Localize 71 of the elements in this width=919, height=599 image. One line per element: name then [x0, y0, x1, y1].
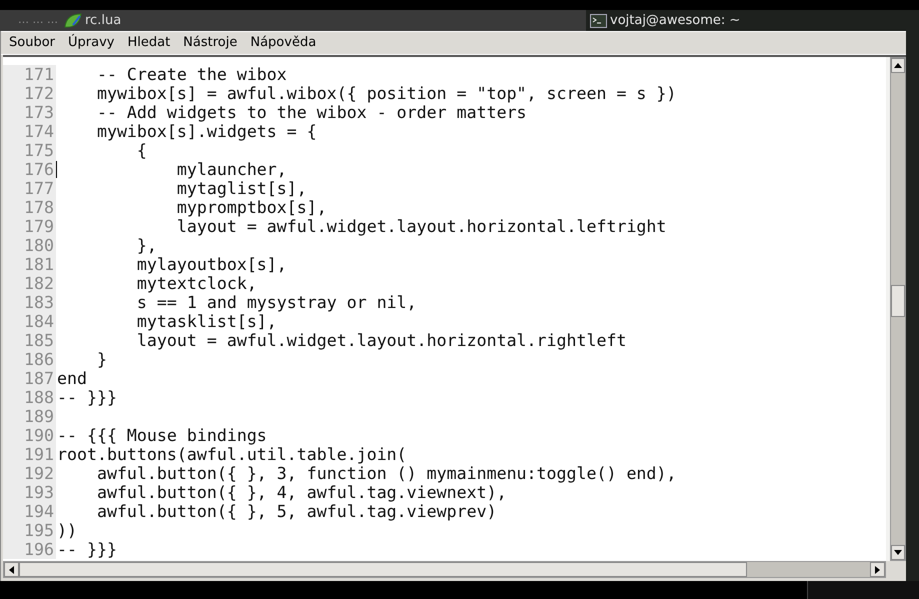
line-number: 175 [3, 141, 56, 160]
line-number: 185 [3, 331, 56, 350]
down-arrow-icon [894, 550, 902, 555]
code-line: -- Add widgets to the wibox - order matters [96, 103, 527, 122]
code-line: mytaglist[s], [176, 179, 307, 198]
line-number: 182 [3, 274, 56, 293]
code-line: s == 1 and mysystray or nil, [136, 293, 417, 312]
line-number: 177 [3, 179, 56, 198]
up-arrow-icon [894, 63, 902, 68]
scroll-thumb[interactable] [19, 562, 747, 577]
code-line: awful.button({ }, 3, function () mymainmenu:toggle() end), [96, 464, 676, 483]
vertical-scrollbar[interactable] [890, 57, 906, 561]
code-line: layout = awful.widget.layout.horizontal.leftright [176, 217, 666, 236]
code-line: mytasklist[s], [136, 312, 277, 331]
terminal-icon [590, 14, 607, 28]
line-number: 171 [3, 65, 56, 84]
menu-item[interactable]: Úpravy [68, 33, 114, 53]
code-line: -- }}} [57, 388, 117, 407]
code-line: mywibox[s] = awful.wibox({ position = "top", screen = s }) [96, 84, 676, 103]
code-line: awful.button({ }, 5, awful.tag.viewprev) [96, 502, 497, 521]
scroll-down-button[interactable] [891, 545, 905, 560]
line-number: 172 [3, 84, 56, 103]
code-line: )) [57, 521, 77, 540]
code-line: mywibox[s].widgets = { [96, 122, 317, 141]
line-number: 191 [3, 445, 56, 464]
line-number: 196 [3, 540, 56, 559]
code-line: } [96, 350, 107, 369]
line-number: 179 [3, 217, 56, 236]
scroll-right-button[interactable] [870, 562, 885, 577]
code-line: mypromptbox[s], [176, 198, 327, 217]
line-number: 178 [3, 198, 56, 217]
line-number: 187 [3, 369, 56, 388]
line-number: 193 [3, 483, 56, 502]
scroll-thumb[interactable] [891, 285, 905, 317]
code-line: mylauncher, [176, 160, 287, 179]
scroll-left-button[interactable] [4, 562, 19, 577]
horizontal-scrollbar[interactable] [3, 561, 886, 578]
menu-item[interactable]: Nástroje [183, 33, 238, 53]
menu-item[interactable]: Hledat [127, 33, 170, 53]
line-number: 195 [3, 521, 56, 540]
menu-item[interactable]: Soubor [9, 33, 55, 53]
line-number: 192 [3, 464, 56, 483]
line-number: 184 [3, 312, 56, 331]
scroll-up-button[interactable] [891, 58, 905, 73]
code-line: awful.button({ }, 4, awful.tag.viewnext), [96, 483, 507, 502]
code-line: -- {{{ Mouse bindings [57, 426, 267, 445]
right-arrow-icon [875, 566, 880, 574]
line-number: 188 [3, 388, 56, 407]
line-number: 194 [3, 502, 56, 521]
line-number: 186 [3, 350, 56, 369]
line-number: 180 [3, 236, 56, 255]
code-line: root.buttons(awful.util.table.join( [57, 445, 407, 464]
task-button[interactable]: vojtaj@awesome: ~ [586, 10, 886, 31]
line-number: 176 [3, 160, 56, 179]
left-arrow-icon [9, 566, 14, 574]
menu-item[interactable]: Nápověda [250, 33, 316, 53]
code-line: -- Create the wibox [96, 65, 287, 84]
code-line: { [136, 141, 147, 160]
line-number: 174 [3, 122, 56, 141]
code-line: end [57, 369, 87, 388]
code-line: }, [136, 236, 157, 255]
line-number: 189 [3, 407, 56, 426]
code-line: -- }}} [57, 540, 117, 559]
line-number: 181 [3, 255, 56, 274]
code-line: mylayoutbox[s], [136, 255, 287, 274]
code-line: layout = awful.widget.layout.horizontal.rightleft [136, 331, 626, 350]
code-line: mytextclock, [136, 274, 257, 293]
line-number: 173 [3, 103, 56, 122]
line-number: 190 [3, 426, 56, 445]
line-number: 183 [3, 293, 56, 312]
leaf-icon [64, 12, 82, 28]
